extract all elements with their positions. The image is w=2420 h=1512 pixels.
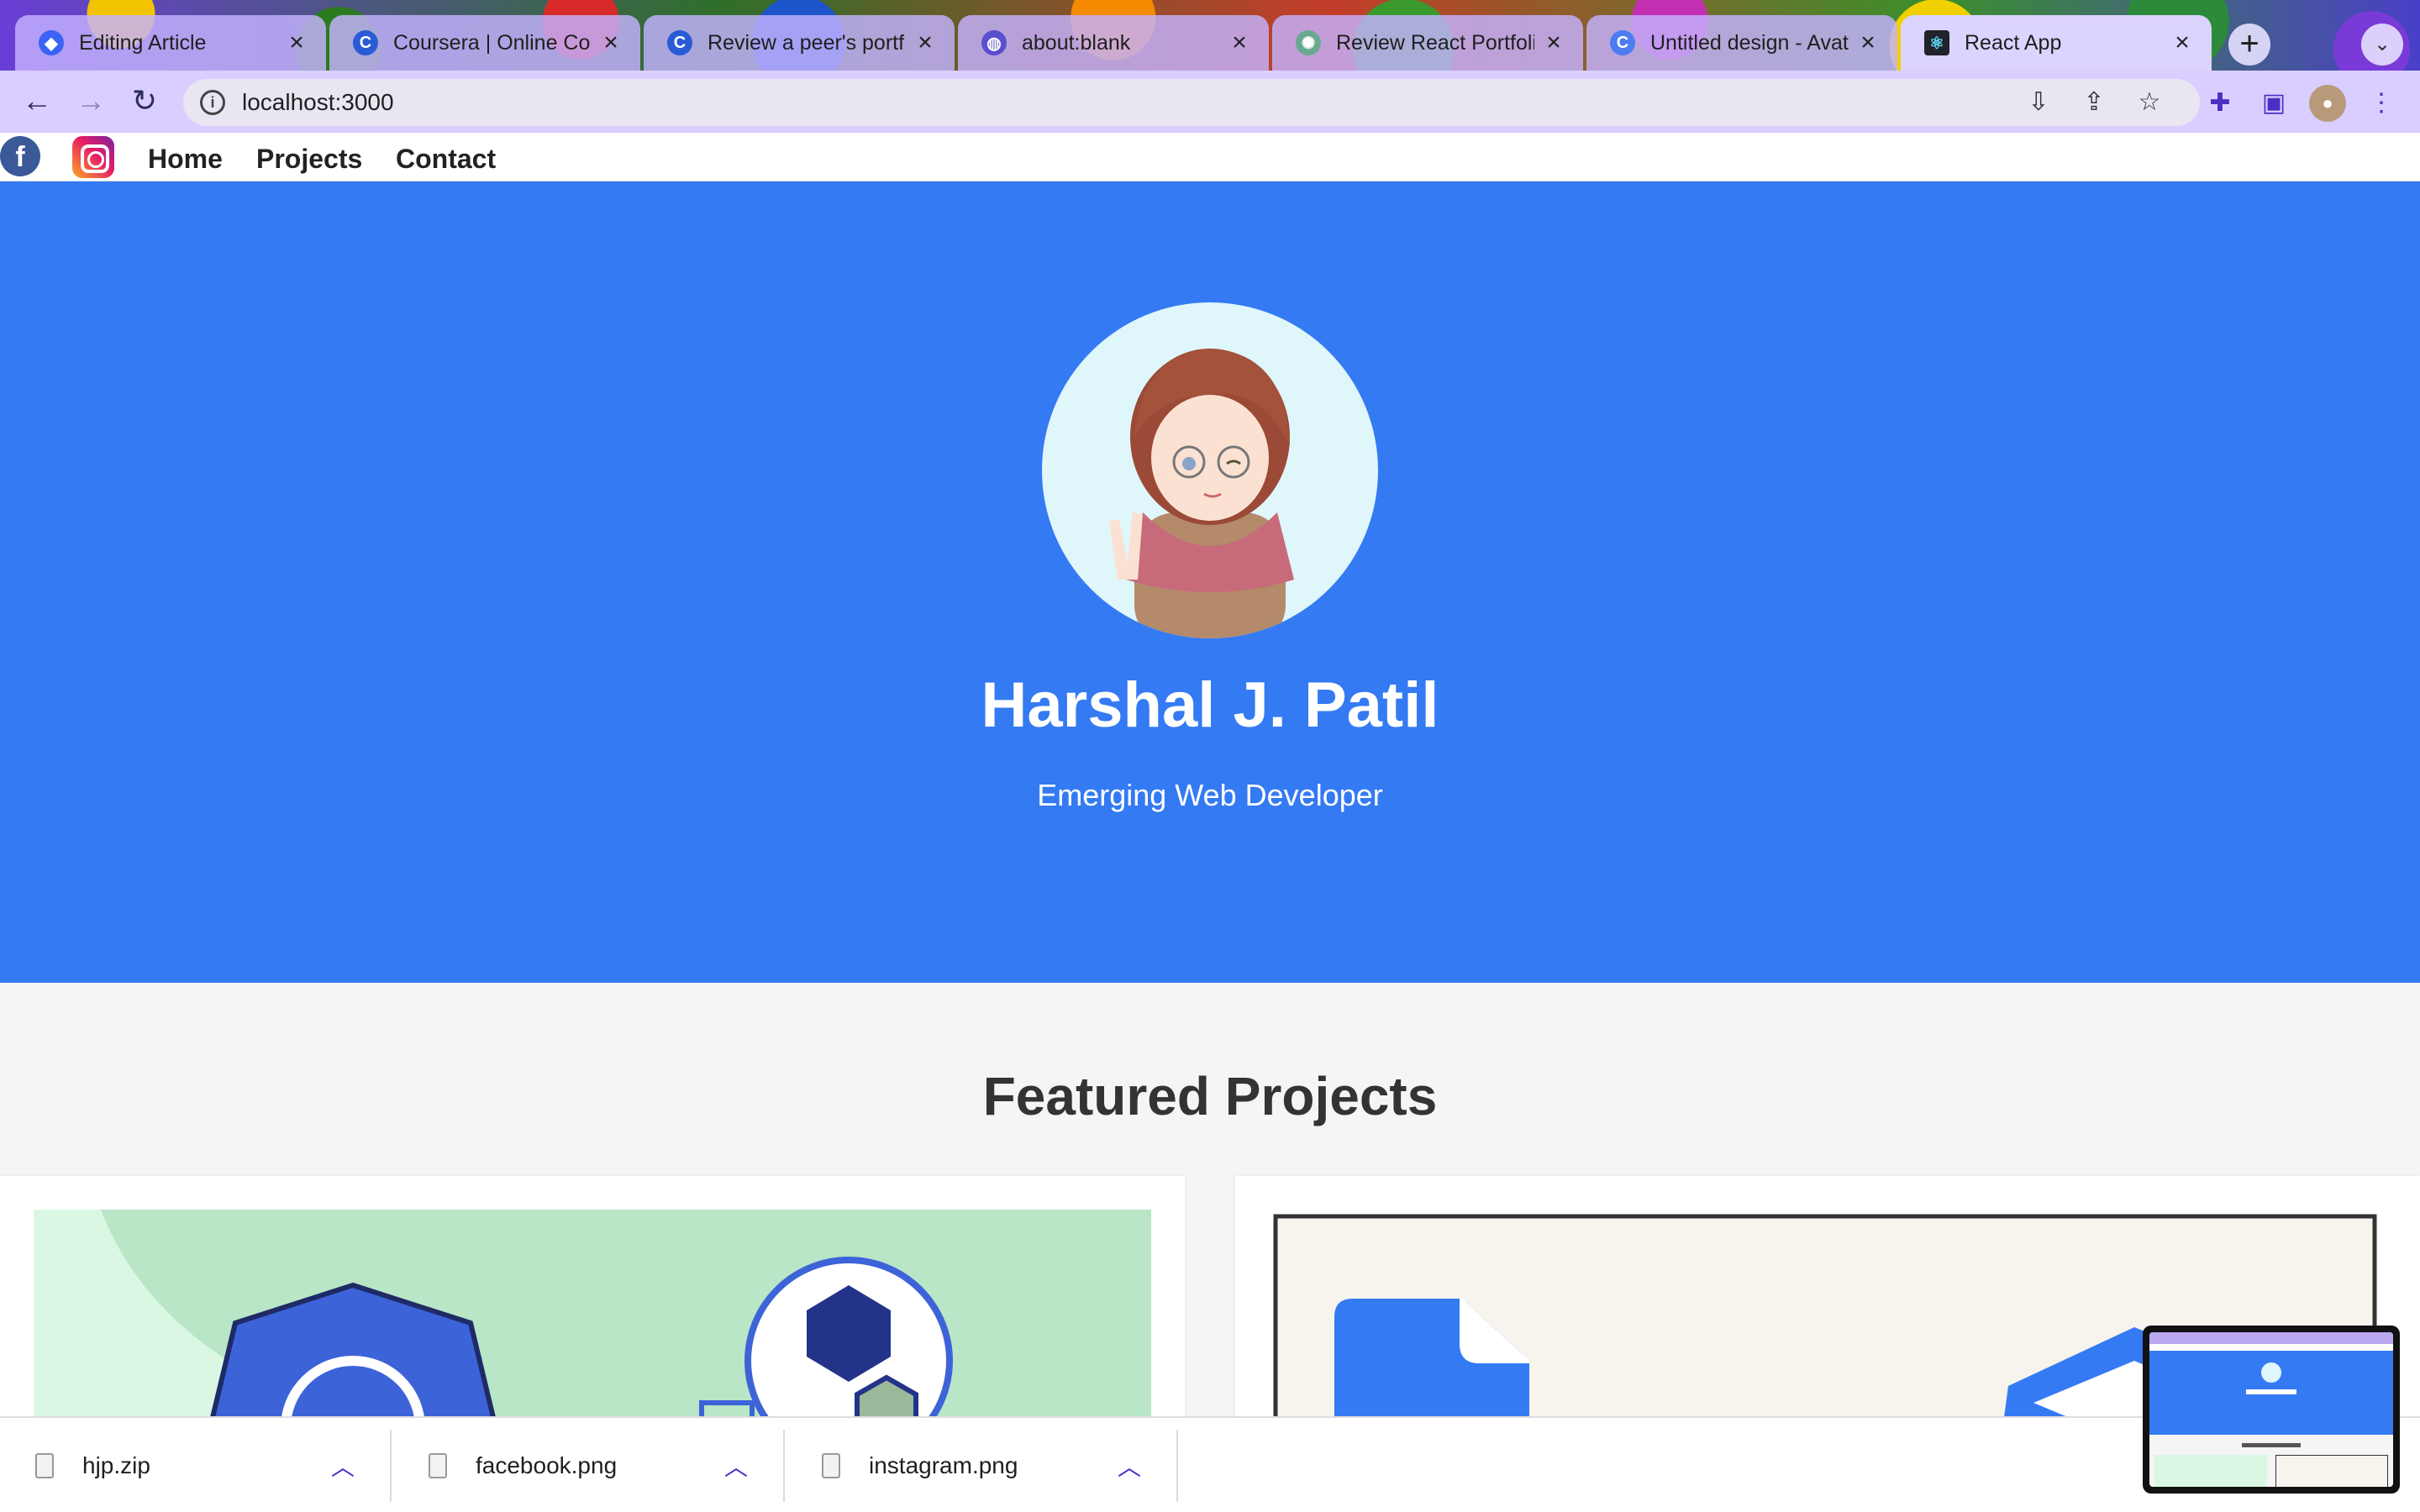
tab-title: about:blank bbox=[1022, 30, 1131, 55]
tab-review-react-portfolio[interactable]: ✺ Review React Portfoli × bbox=[1272, 15, 1583, 71]
tab-title: React App bbox=[1965, 30, 2062, 55]
profile-avatar-icon[interactable]: ● bbox=[2309, 85, 2346, 122]
tab-title: Coursera | Online Cou bbox=[393, 30, 592, 55]
project-image bbox=[34, 1210, 1151, 1416]
share-icon[interactable]: ⇪ bbox=[2077, 86, 2111, 119]
close-tab-icon[interactable]: × bbox=[913, 29, 938, 57]
screenshot-preview-thumbnail[interactable] bbox=[2143, 1326, 2400, 1494]
close-tab-icon[interactable]: × bbox=[1227, 29, 1252, 57]
download-item[interactable]: facebook.png ︿ bbox=[393, 1430, 785, 1502]
hero-tagline: Emerging Web Developer bbox=[1037, 778, 1383, 812]
side-panel-icon[interactable]: ▣ bbox=[2255, 85, 2292, 122]
nav-contact-link[interactable]: Contact bbox=[396, 133, 496, 185]
featured-projects-title: Featured Projects bbox=[982, 1066, 1438, 1126]
chevron-up-icon[interactable]: ︿ bbox=[326, 1449, 360, 1483]
tab-react-app[interactable]: ⚛ React App × bbox=[1901, 15, 2212, 71]
project-card[interactable] bbox=[0, 1176, 1185, 1416]
close-tab-icon[interactable]: × bbox=[284, 29, 309, 57]
url-text: localhost:3000 bbox=[242, 89, 394, 115]
download-filename: instagram.png bbox=[869, 1452, 1018, 1478]
new-tab-button[interactable]: + bbox=[2228, 24, 2270, 66]
download-item[interactable]: instagram.png ︿ bbox=[786, 1430, 1178, 1502]
site-info-icon[interactable]: i bbox=[200, 90, 225, 115]
close-tab-icon[interactable]: × bbox=[1855, 29, 1881, 57]
coursera-icon: C bbox=[667, 30, 692, 55]
react-icon: ⚛ bbox=[1924, 30, 1949, 55]
back-button[interactable]: ← bbox=[15, 79, 59, 123]
nav-projects-link[interactable]: Projects bbox=[256, 133, 362, 185]
thumbnail-screen bbox=[2149, 1332, 2393, 1487]
extensions-icon[interactable]: ✚ bbox=[2202, 85, 2238, 122]
tab-search-button[interactable]: ⌄ bbox=[2361, 24, 2403, 66]
file-icon bbox=[822, 1453, 840, 1478]
chevron-up-icon[interactable]: ︿ bbox=[719, 1449, 753, 1483]
tab-review-peer-portfolio[interactable]: C Review a peer's portf × bbox=[644, 15, 955, 71]
web-page: f Home Projects Contact Harshal J. Patil… bbox=[0, 133, 2420, 1416]
instagram-icon[interactable] bbox=[72, 136, 114, 178]
tab-title: Editing Article bbox=[79, 30, 207, 55]
tab-title: Review a peer's portf bbox=[708, 30, 905, 55]
hero-section: Harshal J. Patil Emerging Web Developer bbox=[0, 181, 2420, 983]
facebook-icon[interactable]: f bbox=[0, 136, 40, 176]
tab-untitled-design[interactable]: C Untitled design - Avat × bbox=[1586, 15, 1897, 71]
download-filename: hjp.zip bbox=[82, 1452, 150, 1478]
hashnode-icon: ◆ bbox=[39, 30, 64, 55]
install-app-icon[interactable]: ⇩ bbox=[2022, 86, 2055, 119]
avatar bbox=[1042, 302, 1378, 638]
tab-coursera[interactable]: C Coursera | Online Cou × bbox=[329, 15, 640, 71]
site-nav: f Home Projects Contact bbox=[0, 133, 2420, 181]
bookmark-star-icon[interactable]: ☆ bbox=[2133, 86, 2166, 119]
chatgpt-icon: ✺ bbox=[1296, 30, 1321, 55]
forward-button[interactable]: → bbox=[69, 79, 113, 123]
tab-about-blank[interactable]: ◍ about:blank × bbox=[958, 15, 1269, 71]
reload-button[interactable]: ↻ bbox=[123, 79, 166, 123]
close-tab-icon[interactable]: × bbox=[1541, 29, 1566, 57]
tab-title: Untitled design - Avat bbox=[1650, 30, 1849, 55]
downloads-bar: hjp.zip ︿ facebook.png ︿ instagram.png ︿ bbox=[0, 1416, 2420, 1512]
download-item[interactable]: hjp.zip ︿ bbox=[0, 1430, 392, 1502]
close-tab-icon[interactable]: × bbox=[2170, 29, 2195, 57]
download-filename: facebook.png bbox=[476, 1452, 618, 1478]
canva-icon: C bbox=[1610, 30, 1635, 55]
browser-tab-strip: ◆ Editing Article × C Coursera | Online … bbox=[0, 0, 2420, 71]
browser-menu-icon[interactable]: ⋮ bbox=[2363, 85, 2400, 122]
chevron-up-icon[interactable]: ︿ bbox=[1113, 1449, 1146, 1483]
file-icon bbox=[429, 1453, 447, 1478]
close-tab-icon[interactable]: × bbox=[598, 29, 623, 57]
tab-editing-article[interactable]: ◆ Editing Article × bbox=[15, 15, 326, 71]
coursera-icon: C bbox=[353, 30, 378, 55]
hero-name: Harshal J. Patil bbox=[981, 669, 1439, 741]
tab-title: Review React Portfoli bbox=[1336, 30, 1534, 55]
globe-icon: ◍ bbox=[981, 30, 1007, 55]
nav-home-link[interactable]: Home bbox=[148, 133, 223, 185]
address-bar[interactable]: i localhost:3000 ⇩ ⇪ ☆ bbox=[183, 79, 2200, 126]
file-icon bbox=[35, 1453, 54, 1478]
